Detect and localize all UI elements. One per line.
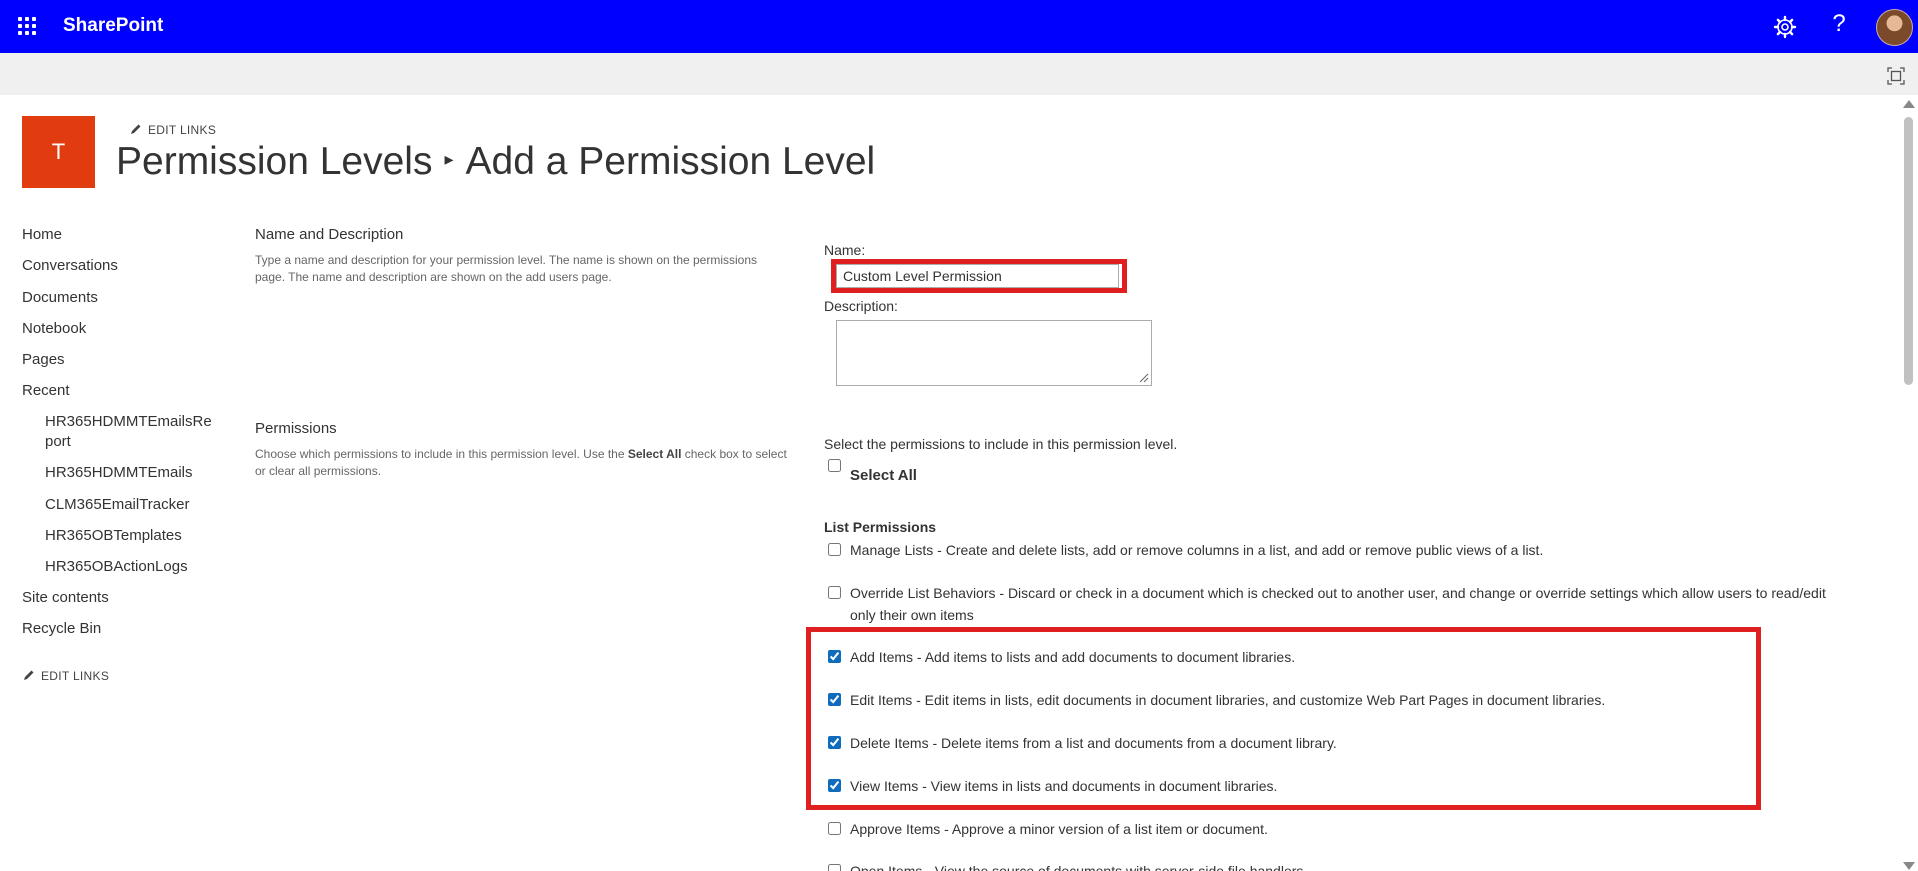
breadcrumb-current: Add a Permission Level <box>465 140 876 183</box>
description-label: Description: <box>824 298 898 314</box>
page-title: Permission Levels ▸ Add a Permission Level <box>116 140 875 184</box>
name-section-description: Type a name and description for your per… <box>255 253 758 284</box>
select-all-checkbox[interactable] <box>828 459 841 472</box>
nav-item-recycle-bin[interactable]: Recycle Bin <box>22 619 101 639</box>
open-items-checkbox[interactable] <box>828 864 841 871</box>
settings-gear-icon[interactable] <box>1772 14 1798 40</box>
pencil-icon <box>131 124 141 134</box>
scroll-up-arrow-icon[interactable] <box>1903 100 1915 108</box>
manage-lists-label: Manage Lists - Create and delete lists, … <box>850 542 1544 558</box>
ribbon-bar <box>0 53 1918 95</box>
nav-item-conversations[interactable]: Conversations <box>22 256 118 276</box>
nav-item-pages[interactable]: Pages <box>22 350 65 370</box>
permissions-section-description: Choose which permissions to include in t… <box>255 446 790 480</box>
permission-row-open-items: Open Items - View the source of document… <box>824 860 1824 871</box>
description-field[interactable] <box>836 320 1152 386</box>
nav-item-recent-hr365obactionlogs[interactable]: HR365OBActionLogs <box>45 557 207 577</box>
manage-lists-checkbox[interactable] <box>828 543 841 556</box>
approve-items-checkbox[interactable] <box>828 822 841 835</box>
highlight-box-name <box>831 259 1127 293</box>
nav-item-site-contents[interactable]: Site contents <box>22 588 109 608</box>
override-list-behaviors-checkbox[interactable] <box>828 586 841 599</box>
edit-links-nav[interactable]: EDIT LINKS <box>23 669 109 683</box>
permissions-description-text: Choose which permissions to include in t… <box>255 447 628 461</box>
scrollbar-thumb[interactable] <box>1904 117 1913 385</box>
open-items-label: Open Items - View the source of document… <box>850 863 1308 871</box>
user-avatar[interactable] <box>1876 9 1913 46</box>
permissions-intro: Select the permissions to include in thi… <box>824 436 1178 452</box>
nav-item-notebook[interactable]: Notebook <box>22 319 86 339</box>
nav-item-documents[interactable]: Documents <box>22 288 98 308</box>
override-list-behaviors-label: Override List Behaviors - Discard or che… <box>850 585 1826 623</box>
app-launcher-icon[interactable] <box>18 17 38 37</box>
nav-item-recent-hr365hdmmtemailsreport[interactable]: HR365HDMMTEmailsRe port <box>45 412 212 452</box>
pencil-icon <box>24 670 34 680</box>
resize-grip-icon[interactable] <box>1139 373 1149 383</box>
select-all-label: Select All <box>850 467 917 484</box>
permissions-section-title: Permissions <box>255 420 337 437</box>
highlight-box-item-permissions <box>806 627 1761 810</box>
name-section-title: Name and Description <box>255 226 404 243</box>
name-label: Name: <box>824 242 866 258</box>
edit-links-top[interactable]: EDIT LINKS <box>130 123 216 137</box>
focus-on-content-icon[interactable] <box>1887 67 1905 85</box>
nav-item-home[interactable]: Home <box>22 225 62 245</box>
site-logo[interactable]: T <box>22 116 95 188</box>
breadcrumb-separator-icon: ▸ <box>444 149 454 170</box>
help-icon[interactable]: ? <box>1826 10 1852 38</box>
list-permissions-heading: List Permissions <box>824 519 937 535</box>
edit-links-label: EDIT LINKS <box>41 669 110 683</box>
nav-item-recent-hr365hdmmtemails[interactable]: HR365HDMMTEmails <box>45 463 207 483</box>
sharepoint-brand-link[interactable]: SharePoint <box>63 15 163 37</box>
breadcrumb-parent[interactable]: Permission Levels <box>116 140 432 183</box>
approve-items-label: Approve Items - Approve a minor version … <box>850 821 1268 837</box>
nav-item-recent[interactable]: Recent <box>22 381 70 401</box>
scroll-down-arrow-icon[interactable] <box>1903 862 1915 870</box>
suite-bar: SharePoint ? <box>0 0 1918 53</box>
nav-item-recent-hr365obtemplates[interactable]: HR365OBTemplates <box>45 526 207 546</box>
edit-links-label: EDIT LINKS <box>148 123 217 137</box>
nav-item-recent-clm365emailtracker[interactable]: CLM365EmailTracker <box>45 495 207 515</box>
select-all-emphasis: Select All <box>627 447 682 461</box>
